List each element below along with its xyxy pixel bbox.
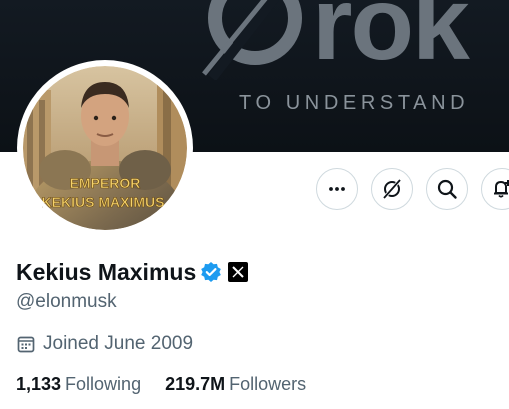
more-icon xyxy=(329,187,345,191)
join-date: Joined June 2009 xyxy=(16,333,193,355)
more-button[interactable] xyxy=(316,168,358,210)
banner-tagline: TO UNDERSTAND xyxy=(239,92,470,114)
display-name: Kekius Maximus xyxy=(16,258,197,285)
grok-button[interactable] xyxy=(371,168,413,210)
following-link[interactable]: 1,133 Following xyxy=(16,374,141,395)
user-handle: @elonmusk xyxy=(16,291,117,312)
followers-count: 219.7M xyxy=(165,374,226,394)
x-logo-icon xyxy=(232,266,244,278)
calendar-icon xyxy=(17,336,35,353)
profile-stats: 1,133 Following 219.7M Followers xyxy=(16,374,330,395)
notifications-button[interactable] xyxy=(481,168,509,210)
followers-label: Followers xyxy=(229,374,307,394)
verified-badge-icon[interactable] xyxy=(200,261,222,283)
followers-link[interactable]: 219.7M Followers xyxy=(165,374,306,395)
following-count: 1,133 xyxy=(16,374,62,394)
search-button[interactable] xyxy=(426,168,468,210)
x-affiliate-icon[interactable] xyxy=(228,262,249,282)
join-date-text: Joined June 2009 xyxy=(43,333,194,354)
grok-icon xyxy=(382,178,402,200)
bell-add-icon xyxy=(494,180,509,198)
search-icon xyxy=(437,179,457,199)
grok-logo-icon xyxy=(202,0,302,80)
display-name-row: Kekius Maximus xyxy=(16,256,249,288)
profile-actions xyxy=(0,168,509,212)
banner-logo-text: rok xyxy=(312,0,470,82)
following-label: Following xyxy=(65,374,142,394)
